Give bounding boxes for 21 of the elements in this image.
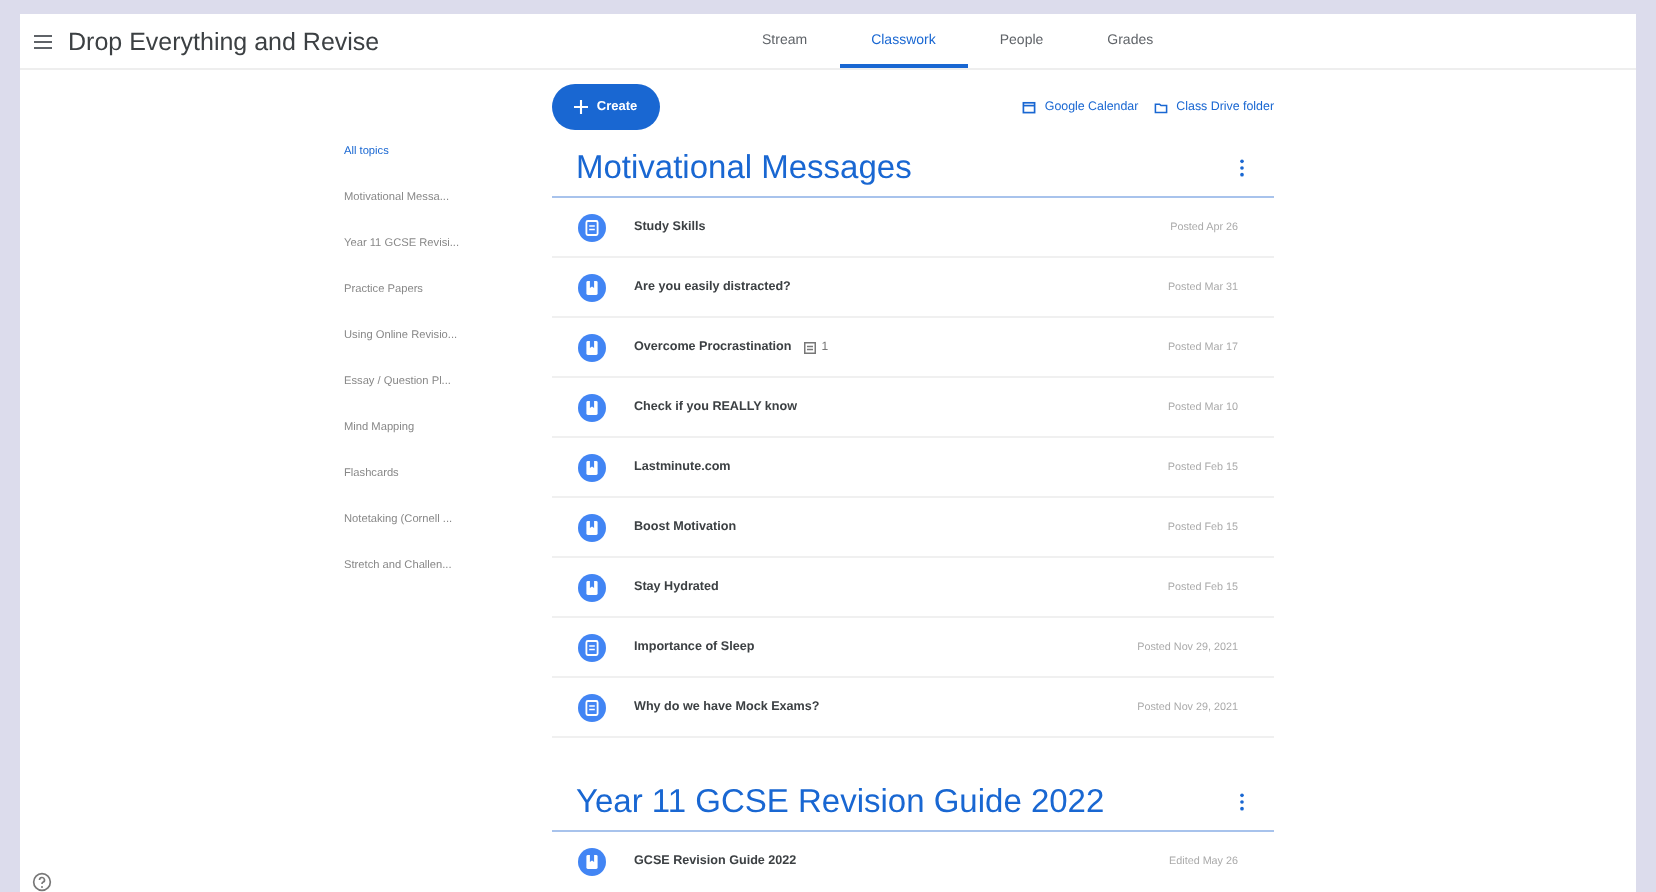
page-icon bbox=[578, 453, 606, 481]
comment-icon bbox=[803, 341, 816, 353]
topic-heading: Year 11 GCSE Revision Guide 2022 bbox=[576, 783, 1105, 821]
list-icon bbox=[578, 213, 606, 241]
more-icon[interactable] bbox=[1238, 158, 1246, 178]
page-icon bbox=[578, 847, 606, 875]
plus-icon bbox=[574, 99, 589, 113]
list-icon bbox=[578, 693, 606, 721]
more-icon[interactable] bbox=[1238, 792, 1246, 812]
page-icon bbox=[578, 393, 606, 421]
folder-icon bbox=[1154, 99, 1169, 113]
page-icon bbox=[578, 513, 606, 541]
page-icon bbox=[578, 333, 606, 361]
menu-icon[interactable] bbox=[34, 33, 52, 49]
list-icon bbox=[578, 633, 606, 661]
help-icon[interactable] bbox=[32, 872, 52, 892]
page-icon bbox=[578, 273, 606, 301]
page-icon bbox=[578, 573, 606, 601]
calendar-icon bbox=[1022, 99, 1037, 113]
topic-heading: Motivational Messages bbox=[576, 149, 912, 187]
class-title: Drop Everything and Revise bbox=[68, 27, 380, 55]
